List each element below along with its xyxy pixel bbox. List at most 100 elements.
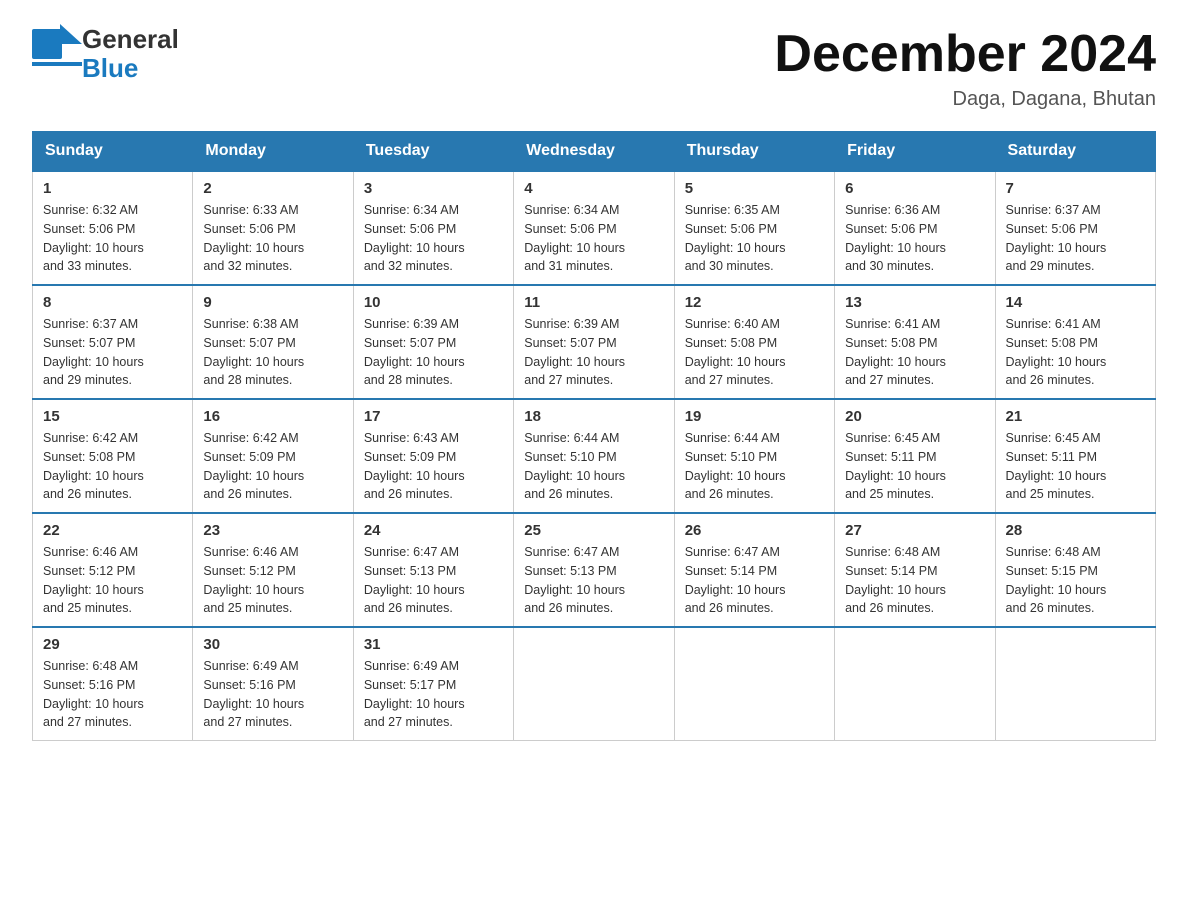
- day-info: Sunrise: 6:47 AM Sunset: 5:13 PM Dayligh…: [524, 543, 663, 618]
- day-number: 25: [524, 522, 663, 539]
- header-thursday: Thursday: [674, 132, 834, 172]
- calendar-cell: [995, 627, 1155, 741]
- calendar-cell: 16 Sunrise: 6:42 AM Sunset: 5:09 PM Dayl…: [193, 399, 353, 513]
- day-number: 18: [524, 408, 663, 425]
- day-info: Sunrise: 6:35 AM Sunset: 5:06 PM Dayligh…: [685, 201, 824, 276]
- day-info: Sunrise: 6:34 AM Sunset: 5:06 PM Dayligh…: [364, 201, 503, 276]
- day-info: Sunrise: 6:42 AM Sunset: 5:09 PM Dayligh…: [203, 429, 342, 504]
- day-number: 24: [364, 522, 503, 539]
- calendar-cell: 27 Sunrise: 6:48 AM Sunset: 5:14 PM Dayl…: [835, 513, 995, 627]
- calendar-cell: 19 Sunrise: 6:44 AM Sunset: 5:10 PM Dayl…: [674, 399, 834, 513]
- day-number: 4: [524, 180, 663, 197]
- day-number: 29: [43, 636, 182, 653]
- day-number: 20: [845, 408, 984, 425]
- calendar-cell: 17 Sunrise: 6:43 AM Sunset: 5:09 PM Dayl…: [353, 399, 513, 513]
- header-sunday: Sunday: [33, 132, 193, 172]
- day-number: 28: [1006, 522, 1145, 539]
- logo-text: General Blue: [82, 25, 179, 82]
- calendar-cell: 8 Sunrise: 6:37 AM Sunset: 5:07 PM Dayli…: [33, 285, 193, 399]
- day-info: Sunrise: 6:39 AM Sunset: 5:07 PM Dayligh…: [364, 315, 503, 390]
- day-number: 12: [685, 294, 824, 311]
- calendar-cell: 31 Sunrise: 6:49 AM Sunset: 5:17 PM Dayl…: [353, 627, 513, 741]
- day-info: Sunrise: 6:32 AM Sunset: 5:06 PM Dayligh…: [43, 201, 182, 276]
- calendar-cell: 30 Sunrise: 6:49 AM Sunset: 5:16 PM Dayl…: [193, 627, 353, 741]
- day-info: Sunrise: 6:46 AM Sunset: 5:12 PM Dayligh…: [203, 543, 342, 618]
- day-info: Sunrise: 6:44 AM Sunset: 5:10 PM Dayligh…: [685, 429, 824, 504]
- calendar-cell: 20 Sunrise: 6:45 AM Sunset: 5:11 PM Dayl…: [835, 399, 995, 513]
- day-number: 21: [1006, 408, 1145, 425]
- day-info: Sunrise: 6:48 AM Sunset: 5:15 PM Dayligh…: [1006, 543, 1145, 618]
- day-number: 19: [685, 408, 824, 425]
- calendar-cell: 24 Sunrise: 6:47 AM Sunset: 5:13 PM Dayl…: [353, 513, 513, 627]
- calendar-cell: [674, 627, 834, 741]
- calendar-table: SundayMondayTuesdayWednesdayThursdayFrid…: [32, 131, 1156, 741]
- calendar-cell: 11 Sunrise: 6:39 AM Sunset: 5:07 PM Dayl…: [514, 285, 674, 399]
- location-text: Daga, Dagana, Bhutan: [774, 88, 1156, 111]
- header-monday: Monday: [193, 132, 353, 172]
- calendar-cell: 5 Sunrise: 6:35 AM Sunset: 5:06 PM Dayli…: [674, 171, 834, 285]
- day-number: 9: [203, 294, 342, 311]
- day-info: Sunrise: 6:43 AM Sunset: 5:09 PM Dayligh…: [364, 429, 503, 504]
- day-info: Sunrise: 6:38 AM Sunset: 5:07 PM Dayligh…: [203, 315, 342, 390]
- day-info: Sunrise: 6:39 AM Sunset: 5:07 PM Dayligh…: [524, 315, 663, 390]
- day-number: 2: [203, 180, 342, 197]
- day-info: Sunrise: 6:41 AM Sunset: 5:08 PM Dayligh…: [1006, 315, 1145, 390]
- day-number: 23: [203, 522, 342, 539]
- day-number: 26: [685, 522, 824, 539]
- calendar-cell: 2 Sunrise: 6:33 AM Sunset: 5:06 PM Dayli…: [193, 171, 353, 285]
- day-number: 11: [524, 294, 663, 311]
- day-number: 13: [845, 294, 984, 311]
- day-number: 7: [1006, 180, 1145, 197]
- day-info: Sunrise: 6:47 AM Sunset: 5:13 PM Dayligh…: [364, 543, 503, 618]
- day-info: Sunrise: 6:44 AM Sunset: 5:10 PM Dayligh…: [524, 429, 663, 504]
- calendar-cell: 1 Sunrise: 6:32 AM Sunset: 5:06 PM Dayli…: [33, 171, 193, 285]
- day-number: 6: [845, 180, 984, 197]
- day-number: 3: [364, 180, 503, 197]
- calendar-cell: 28 Sunrise: 6:48 AM Sunset: 5:15 PM Dayl…: [995, 513, 1155, 627]
- day-info: Sunrise: 6:45 AM Sunset: 5:11 PM Dayligh…: [845, 429, 984, 504]
- page-header: General Blue December 2024 Daga, Dagana,…: [32, 24, 1156, 111]
- day-info: Sunrise: 6:37 AM Sunset: 5:07 PM Dayligh…: [43, 315, 182, 390]
- calendar-cell: 15 Sunrise: 6:42 AM Sunset: 5:08 PM Dayl…: [33, 399, 193, 513]
- calendar-cell: 26 Sunrise: 6:47 AM Sunset: 5:14 PM Dayl…: [674, 513, 834, 627]
- calendar-week-row: 15 Sunrise: 6:42 AM Sunset: 5:08 PM Dayl…: [33, 399, 1156, 513]
- calendar-cell: 9 Sunrise: 6:38 AM Sunset: 5:07 PM Dayli…: [193, 285, 353, 399]
- day-info: Sunrise: 6:37 AM Sunset: 5:06 PM Dayligh…: [1006, 201, 1145, 276]
- day-number: 17: [364, 408, 503, 425]
- day-info: Sunrise: 6:41 AM Sunset: 5:08 PM Dayligh…: [845, 315, 984, 390]
- day-number: 10: [364, 294, 503, 311]
- calendar-cell: 10 Sunrise: 6:39 AM Sunset: 5:07 PM Dayl…: [353, 285, 513, 399]
- day-number: 8: [43, 294, 182, 311]
- day-info: Sunrise: 6:45 AM Sunset: 5:11 PM Dayligh…: [1006, 429, 1145, 504]
- calendar-week-row: 8 Sunrise: 6:37 AM Sunset: 5:07 PM Dayli…: [33, 285, 1156, 399]
- calendar-cell: 13 Sunrise: 6:41 AM Sunset: 5:08 PM Dayl…: [835, 285, 995, 399]
- calendar-week-row: 29 Sunrise: 6:48 AM Sunset: 5:16 PM Dayl…: [33, 627, 1156, 741]
- calendar-cell: 3 Sunrise: 6:34 AM Sunset: 5:06 PM Dayli…: [353, 171, 513, 285]
- calendar-cell: 18 Sunrise: 6:44 AM Sunset: 5:10 PM Dayl…: [514, 399, 674, 513]
- calendar-cell: 23 Sunrise: 6:46 AM Sunset: 5:12 PM Dayl…: [193, 513, 353, 627]
- calendar-cell: 12 Sunrise: 6:40 AM Sunset: 5:08 PM Dayl…: [674, 285, 834, 399]
- day-number: 15: [43, 408, 182, 425]
- day-number: 31: [364, 636, 503, 653]
- day-number: 1: [43, 180, 182, 197]
- calendar-cell: [514, 627, 674, 741]
- header-friday: Friday: [835, 132, 995, 172]
- header-tuesday: Tuesday: [353, 132, 513, 172]
- title-block: December 2024 Daga, Dagana, Bhutan: [774, 24, 1156, 111]
- calendar-cell: 29 Sunrise: 6:48 AM Sunset: 5:16 PM Dayl…: [33, 627, 193, 741]
- month-title: December 2024: [774, 24, 1156, 84]
- day-info: Sunrise: 6:49 AM Sunset: 5:16 PM Dayligh…: [203, 657, 342, 732]
- logo-icon: [32, 24, 82, 84]
- calendar-cell: 21 Sunrise: 6:45 AM Sunset: 5:11 PM Dayl…: [995, 399, 1155, 513]
- header-saturday: Saturday: [995, 132, 1155, 172]
- day-info: Sunrise: 6:42 AM Sunset: 5:08 PM Dayligh…: [43, 429, 182, 504]
- day-info: Sunrise: 6:47 AM Sunset: 5:14 PM Dayligh…: [685, 543, 824, 618]
- calendar-cell: 7 Sunrise: 6:37 AM Sunset: 5:06 PM Dayli…: [995, 171, 1155, 285]
- logo: General Blue: [32, 24, 179, 84]
- day-info: Sunrise: 6:48 AM Sunset: 5:16 PM Dayligh…: [43, 657, 182, 732]
- day-number: 30: [203, 636, 342, 653]
- day-number: 27: [845, 522, 984, 539]
- logo-blue-text: Blue: [82, 54, 179, 83]
- calendar-week-row: 22 Sunrise: 6:46 AM Sunset: 5:12 PM Dayl…: [33, 513, 1156, 627]
- day-info: Sunrise: 6:49 AM Sunset: 5:17 PM Dayligh…: [364, 657, 503, 732]
